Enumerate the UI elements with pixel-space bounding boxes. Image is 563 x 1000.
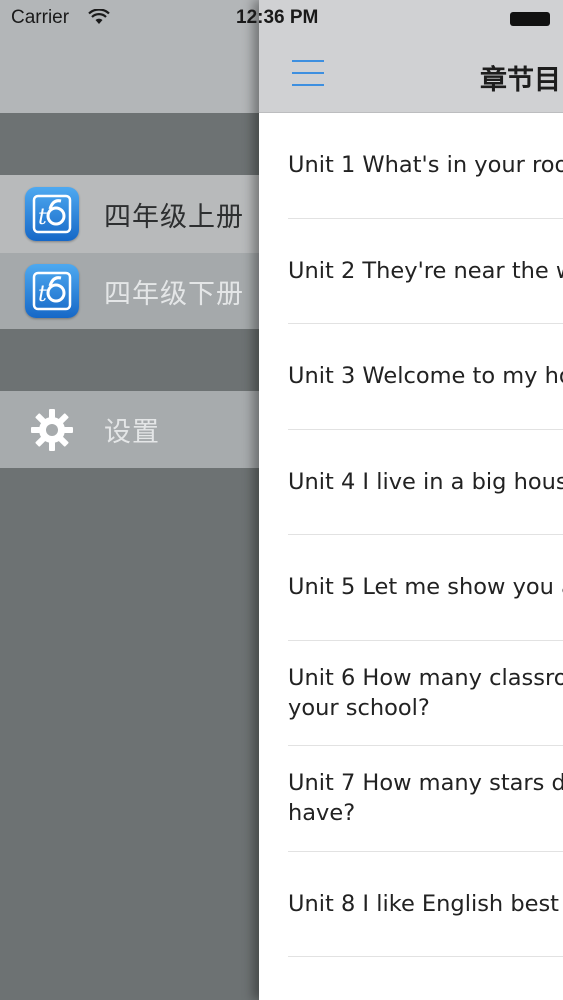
- unit-title: Unit 4 I live in a big hous: [288, 468, 563, 495]
- status-bar: Carrier 12:36 PM: [0, 0, 563, 38]
- battery-icon: [510, 12, 550, 26]
- unit-title: Unit 1 What's in your roo: [288, 152, 563, 179]
- unit-title: Unit 5 Let me show you a: [288, 574, 563, 601]
- main-panel: 章节目 Unit 1 What's in your roo Unit 2 The…: [259, 0, 563, 1000]
- svg-text:t: t: [38, 205, 47, 230]
- list-item[interactable]: Unit 1 What's in your roo: [288, 113, 563, 219]
- sidebar-item-label: 四年级下册: [104, 278, 244, 310]
- unit-title: Unit 2 They're near the w: [288, 257, 563, 284]
- hamburger-menu-icon[interactable]: [292, 60, 324, 86]
- wifi-icon: [88, 9, 110, 24]
- gear-icon: [31, 408, 73, 451]
- unit-list: Unit 1 What's in your roo Unit 2 They're…: [259, 113, 563, 957]
- carrier-label: Carrier: [11, 7, 70, 28]
- sidebar-item-label: 四年级上册: [104, 201, 244, 233]
- list-item[interactable]: Unit 2 They're near the w: [288, 219, 563, 324]
- sidebar-item-grade4-volume2[interactable]: t 四年级下册: [0, 253, 270, 329]
- sidebar-item-settings[interactable]: 设置: [0, 391, 270, 468]
- unit-title: Unit 6 How many classro your school?: [288, 664, 563, 721]
- unit-title: Unit 7 How many stars d have?: [288, 770, 563, 827]
- svg-text:t: t: [38, 282, 47, 307]
- list-item[interactable]: Unit 3 Welcome to my ho: [288, 324, 563, 430]
- textbook-app-icon: t: [25, 264, 79, 318]
- status-time: 12:36 PM: [236, 7, 319, 28]
- unit-title: Unit 3 Welcome to my ho: [288, 363, 563, 390]
- sidebar: t 四年级上册 t 四年级下册 设置: [0, 0, 270, 1000]
- settings-label: 设置: [104, 417, 160, 448]
- list-item[interactable]: Unit 6 How many classro your school?: [288, 641, 563, 746]
- list-item[interactable]: Unit 7 How many stars d have?: [288, 746, 563, 852]
- list-item[interactable]: Unit 8 I like English best: [288, 852, 563, 957]
- list-item[interactable]: Unit 5 Let me show you a: [288, 535, 563, 641]
- page-title: 章节目: [480, 65, 561, 96]
- unit-title: Unit 8 I like English best: [288, 890, 559, 917]
- textbook-app-icon: t: [25, 187, 79, 241]
- list-item[interactable]: Unit 4 I live in a big hous: [288, 430, 563, 535]
- sidebar-item-grade4-volume1[interactable]: t 四年级上册: [0, 175, 270, 253]
